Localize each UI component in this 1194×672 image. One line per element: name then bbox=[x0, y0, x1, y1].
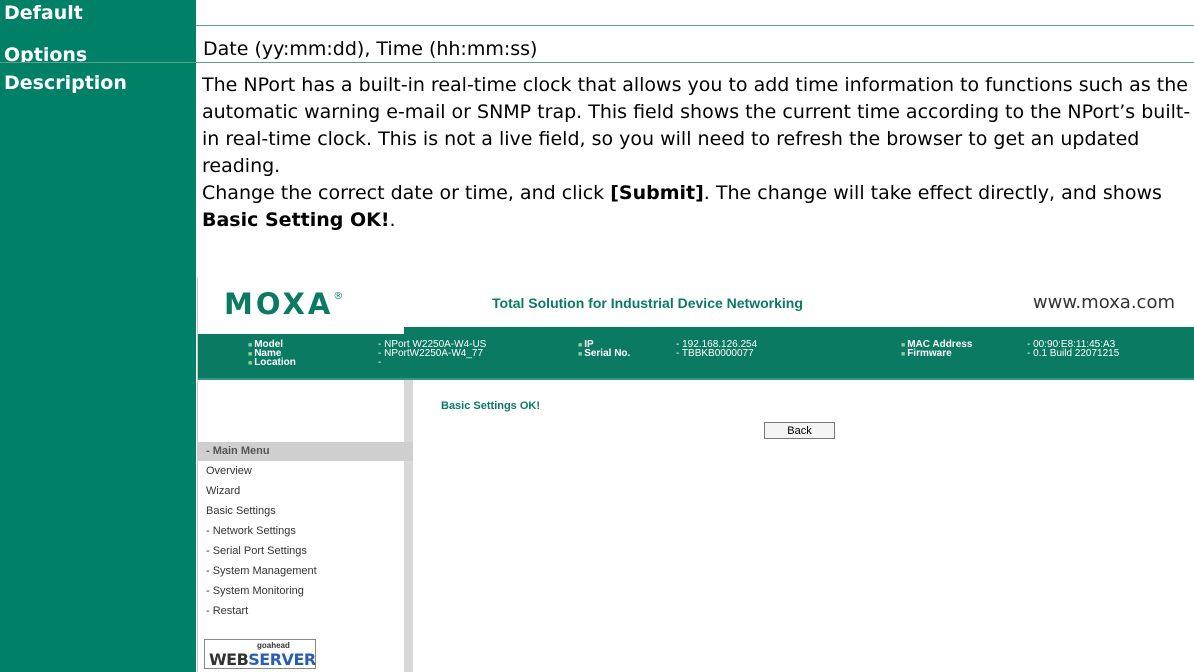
device-info-bar: Model Name Location - NPort W2250A-W4-US… bbox=[198, 334, 1194, 380]
description-label: Description bbox=[0, 63, 196, 672]
location-key: Location bbox=[248, 357, 296, 369]
ok-keyword: Basic Setting OK! bbox=[202, 209, 390, 231]
web-text: WEB bbox=[209, 650, 249, 669]
default-row: Default bbox=[0, 0, 1194, 25]
description-paragraph-1: The NPort has a built-in real-time clock… bbox=[202, 74, 1191, 177]
name-value: - NPortW2250A-W4_77 bbox=[378, 348, 484, 359]
menu-item-overview[interactable]: Overview bbox=[206, 465, 252, 477]
main-menu-heading[interactable]: - Main Menu bbox=[198, 442, 413, 461]
menu-item-basic-settings[interactable]: Basic Settings bbox=[206, 505, 276, 517]
desc-text-segment: Change the correct date or time, and cli… bbox=[202, 182, 611, 204]
serial-key: Serial No. bbox=[578, 348, 630, 360]
menu-item-wizard[interactable]: Wizard bbox=[206, 485, 240, 497]
tagline: Total Solution for Industrial Device Net… bbox=[492, 295, 803, 311]
submit-keyword: [Submit] bbox=[610, 182, 704, 204]
header-accent-bar bbox=[404, 327, 1194, 334]
registered-mark: ® bbox=[333, 291, 344, 302]
default-value bbox=[197, 0, 1194, 25]
main-content: Basic Settings OK! Back bbox=[413, 380, 1194, 672]
moxa-logo: MOXA® bbox=[224, 287, 343, 321]
options-label: Options bbox=[0, 25, 196, 66]
goahead-webserver-logo: goahead WEBSERVER bbox=[204, 639, 316, 669]
menu-item-system-management[interactable]: - System Management bbox=[206, 565, 317, 577]
desc-text-segment: . bbox=[389, 209, 396, 231]
options-value: Date (yy:mm:dd), Time (hh:mm:ss) bbox=[203, 38, 538, 60]
website-link[interactable]: www.moxa.com bbox=[1033, 292, 1175, 313]
options-row: Options Date (yy:mm:dd), Time (hh:mm:ss) bbox=[0, 25, 1194, 66]
menu-item-network-settings[interactable]: - Network Settings bbox=[206, 525, 296, 537]
sidebar-divider bbox=[404, 380, 413, 672]
web-console-screenshot: MOXA® Total Solution for Industrial Devi… bbox=[197, 277, 1194, 672]
description-paragraph-2: Change the correct date or time, and cli… bbox=[202, 180, 1192, 234]
status-message: Basic Settings OK! bbox=[441, 400, 541, 412]
firmware-value: - 0.1 Build 22071215 bbox=[1027, 348, 1120, 359]
menu-item-restart[interactable]: - Restart bbox=[206, 605, 248, 617]
back-button[interactable]: Back bbox=[764, 422, 835, 439]
desc-text-segment: . The change will take effect directly, … bbox=[703, 182, 1162, 204]
location-value: - bbox=[378, 357, 382, 368]
description-text: The NPort has a built-in real-time clock… bbox=[202, 72, 1192, 234]
firmware-key: Firmware bbox=[901, 348, 951, 360]
logo-text: MOXA bbox=[224, 287, 334, 321]
menu-item-serial-port-settings[interactable]: - Serial Port Settings bbox=[206, 545, 307, 557]
server-text: SERVER bbox=[248, 650, 316, 669]
console-header: MOXA® Total Solution for Industrial Devi… bbox=[198, 277, 1194, 329]
default-label: Default bbox=[0, 0, 196, 25]
webserver-text: WEBSERVER bbox=[209, 650, 316, 669]
menu-item-system-monitoring[interactable]: - System Monitoring bbox=[206, 585, 304, 597]
goahead-text: goahead bbox=[257, 641, 290, 650]
serial-value: - TBBKB0000077 bbox=[676, 348, 754, 359]
